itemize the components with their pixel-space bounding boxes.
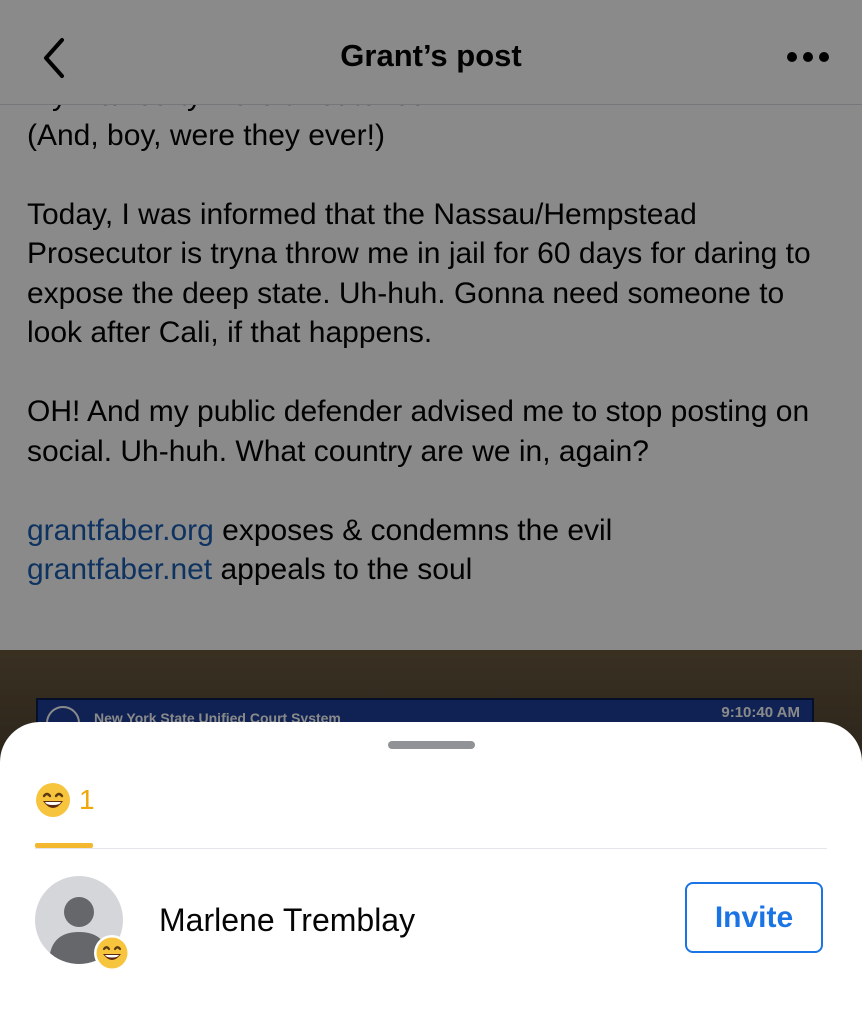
laughing-emoji-icon [94, 935, 130, 971]
tab-laughing-reactions[interactable]: 1 [35, 782, 95, 848]
laughing-emoji-icon [36, 783, 70, 817]
reactions-sheet: 1 Marlene Tremblay Invite [0, 722, 862, 1024]
drag-handle[interactable] [388, 741, 475, 749]
user-name[interactable]: Marlene Tremblay [159, 902, 415, 939]
list-item[interactable]: Marlene Tremblay Invite [0, 870, 862, 971]
reaction-count: 1 [79, 784, 95, 815]
invite-button[interactable]: Invite [685, 882, 823, 953]
divider [35, 848, 827, 849]
